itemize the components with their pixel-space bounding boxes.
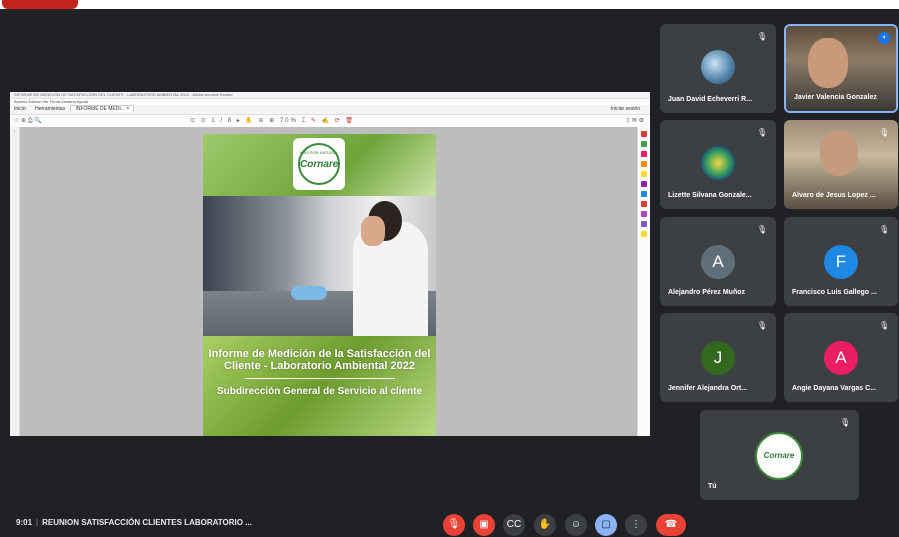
participant-name: Javier Valencia Gonzalez	[794, 94, 877, 101]
scientist-face	[361, 216, 385, 246]
avatar	[701, 50, 735, 84]
participant-tile[interactable]: A 🎙 Alejandro Pérez Muñoz	[660, 217, 776, 306]
share-icons[interactable]: ⇪ ✉ ⚙	[625, 115, 644, 127]
participant-tile[interactable]: 🎙 Alvaro de Jesus Lopez ...	[784, 120, 898, 209]
speaking-icon: ◖	[878, 32, 890, 44]
zoom-level[interactable]: 70%	[280, 118, 298, 124]
separator: |	[36, 518, 39, 527]
shared-screen: INFORME DE MEDICIÓN DE SATISFACCIÓN DEL …	[10, 92, 650, 436]
right-tools-panel	[637, 127, 650, 436]
tool-combine-icon[interactable]	[641, 181, 647, 187]
cover-header: MÁS POR NATURAL Cornare	[203, 134, 436, 196]
participant-name: Angie Dayana Vargas C...	[792, 385, 877, 392]
face	[820, 130, 858, 176]
participant-name: Francisco Luis Gallego ...	[792, 289, 877, 296]
meeting-name: REUNION SATISFACCIÓN CLIENTES LABORATORI…	[42, 518, 252, 527]
avatar	[701, 146, 735, 180]
recording-indicator	[2, 0, 78, 9]
participant-tile[interactable]: J 🎙 Jennifer Alejandra Ort...	[660, 313, 776, 402]
camera-off-button[interactable]: ▣	[473, 514, 495, 536]
tab-document[interactable]: INFORME DE MEDI... ×	[70, 105, 135, 112]
title-divider	[244, 378, 395, 379]
participant-name: Alejandro Pérez Muñoz	[668, 289, 746, 296]
file-tools-icon[interactable]: ☆ ⊕ ⎙ 🔍	[14, 115, 42, 127]
tab-bar: Inicio Herramientas INFORME DE MEDI... ×…	[10, 105, 650, 115]
mic-off-button[interactable]: 🎙	[443, 514, 465, 536]
document-area: › MÁS POR NATURAL Cornare Informe de Med…	[10, 127, 638, 436]
tab-home[interactable]: Inicio	[10, 106, 30, 112]
participant-name: Alvaro de Jesus Lopez ...	[792, 192, 876, 199]
participant-name: Juan David Echeverri R...	[668, 96, 753, 103]
top-strip	[0, 0, 899, 9]
window-title: INFORME DE MEDICIÓN DE SATISFACCIÓN DEL …	[10, 92, 650, 99]
present-button[interactable]: ▢	[595, 514, 617, 536]
participant-name: Tú	[708, 483, 717, 490]
meeting-time: 9:01	[16, 518, 33, 527]
raise-hand-button[interactable]: ✋	[534, 514, 556, 536]
lab-photo	[203, 196, 436, 336]
tool-edit-icon[interactable]	[641, 141, 647, 147]
tool-export-icon[interactable]	[641, 131, 647, 137]
mic-off-icon: 🎙	[879, 321, 890, 330]
avatar: A	[701, 245, 735, 279]
avatar: A	[824, 341, 858, 375]
participant-tile-active[interactable]: ◖ Javier Valencia Gonzalez	[784, 24, 898, 113]
mic-off-icon: 🎙	[757, 225, 768, 234]
document-title: Informe de Medición de la Satisfacción d…	[208, 348, 431, 372]
tab-tools[interactable]: Herramientas	[31, 106, 69, 112]
mic-off-icon: 🎙	[757, 128, 768, 137]
captions-button[interactable]: CC	[503, 514, 525, 536]
participant-tile[interactable]: F 🎙 Francisco Luis Gallego ...	[784, 217, 898, 306]
avatar: F	[824, 245, 858, 279]
tool-protect-icon[interactable]	[641, 191, 647, 197]
participant-tile[interactable]: 🎙 Juan David Echeverri R...	[660, 24, 776, 113]
nav-tools[interactable]: ⊙ ⊙ 1 / 8 ▸ ✋ ⊖ ⊕ 70% ⌶ ✎ ✍ ⟳ 🗑	[190, 115, 355, 127]
participant-tile[interactable]: 🎙 Lizette Silvana Gonzale...	[660, 120, 776, 209]
tool-organize-icon[interactable]	[641, 221, 647, 227]
page-counter[interactable]: 1 / 8	[211, 118, 233, 124]
tool-more-icon[interactable]	[641, 231, 647, 237]
logo-ring: MÁS POR NATURAL Cornare	[298, 143, 340, 185]
participant-tile[interactable]: A 🎙 Angie Dayana Vargas C...	[784, 313, 898, 402]
pdf-page: MÁS POR NATURAL Cornare Informe de Medic…	[203, 134, 436, 436]
mic-off-icon: 🎙	[757, 32, 768, 41]
left-panel-toggle[interactable]: ›	[10, 127, 20, 436]
mic-off-icon: 🎙	[757, 321, 768, 330]
self-tile[interactable]: Cornare 🎙 Tú	[700, 410, 859, 500]
tool-create-icon[interactable]	[641, 151, 647, 157]
end-call-button[interactable]: ☎	[656, 514, 686, 536]
face	[808, 38, 848, 88]
logo-arc-text: MÁS POR NATURAL	[300, 150, 338, 155]
emoji-button[interactable]: ☺	[565, 514, 587, 536]
cover-footer: Informe de Medición de la Satisfacción d…	[203, 336, 436, 436]
participant-name: Lizette Silvana Gonzale...	[668, 192, 752, 199]
participant-name: Jennifer Alejandra Ort...	[668, 385, 748, 392]
meeting-info: 9:01 | REUNION SATISFACCIÓN CLIENTES LABOR…	[16, 518, 252, 527]
signin-link[interactable]: Iniciar sesión	[607, 105, 644, 114]
mic-off-icon: 🎙	[879, 128, 890, 137]
mic-off-icon: 🎙	[879, 225, 890, 234]
self-logo-brand: Cornare	[763, 451, 795, 460]
cornare-logo: MÁS POR NATURAL Cornare	[293, 138, 345, 190]
tool-fill-icon[interactable]	[641, 201, 647, 207]
self-avatar-logo: Cornare	[755, 432, 803, 480]
mic-off-icon: 🎙	[840, 418, 851, 427]
document-subtitle: Subdirección General de Servicio al clie…	[216, 386, 423, 397]
avatar: J	[701, 341, 735, 375]
more-options-button[interactable]: ⋮	[625, 514, 647, 536]
tool-sticky-icon[interactable]	[641, 171, 647, 177]
logo-brand: Cornare	[300, 159, 339, 170]
tool-sign-icon[interactable]	[641, 211, 647, 217]
tool-comment-icon[interactable]	[641, 161, 647, 167]
glove	[291, 286, 327, 300]
